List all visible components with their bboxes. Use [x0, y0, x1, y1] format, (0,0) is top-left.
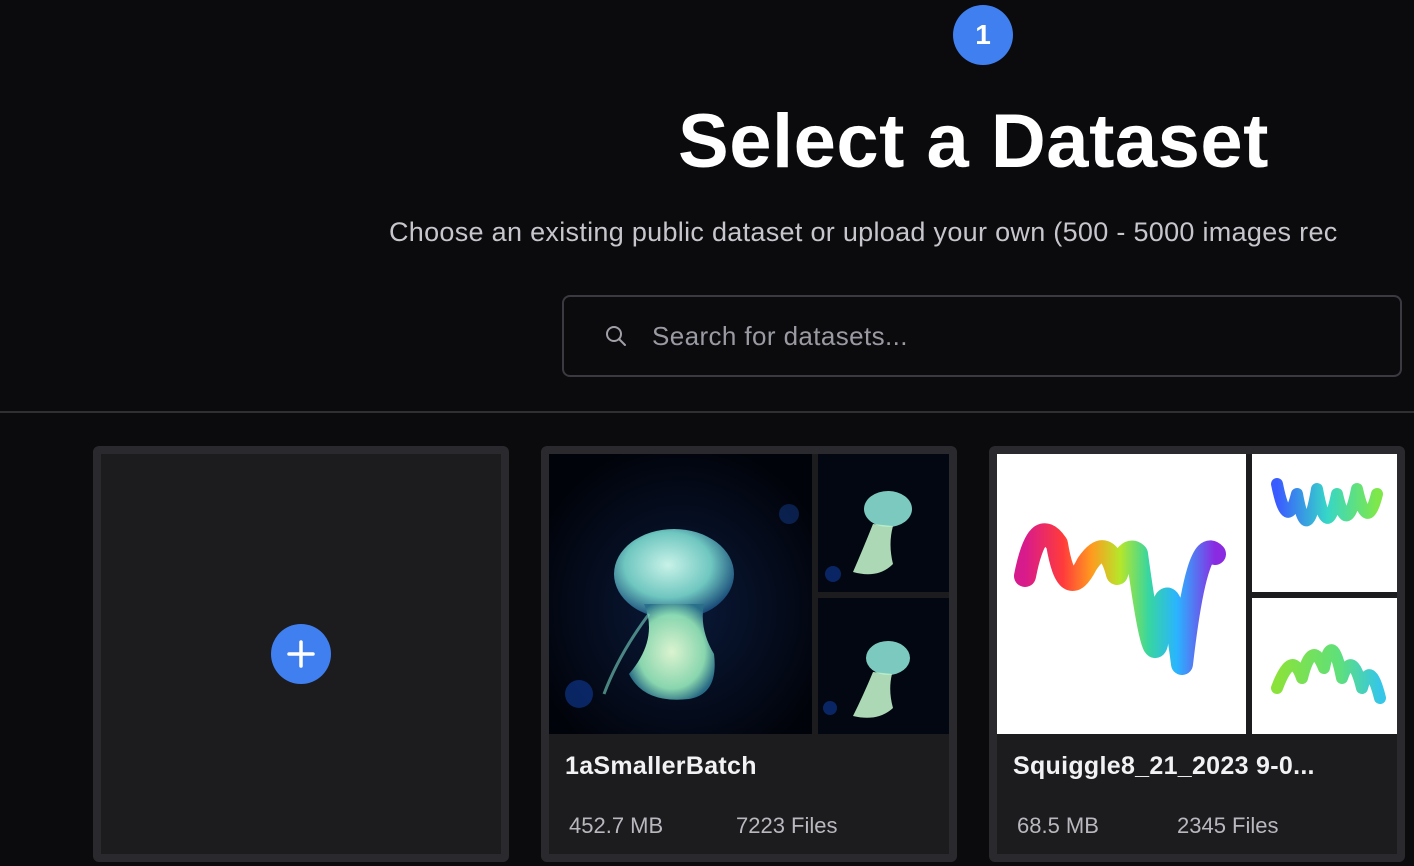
dataset-thumbnail-small [1252, 598, 1397, 734]
dataset-selection-page: 1 Select a Dataset Choose an existing pu… [0, 0, 1414, 866]
dataset-size: 452.7 MB [569, 813, 664, 838]
dataset-card[interactable]: Squiggle8_21_2023 9-0... 68.5 MB 2345 Fi… [989, 446, 1405, 862]
dataset-thumbnail-main [549, 454, 812, 734]
search-input[interactable] [650, 319, 1400, 353]
dataset-name: Squiggle8_21_2023 9-0... [1013, 752, 1315, 780]
section-divider [0, 411, 1414, 413]
search-icon [604, 324, 628, 348]
dataset-card[interactable]: 1aSmallerBatch 452.7 MB 7223 Files [541, 446, 957, 862]
dataset-thumbnail-small [818, 598, 949, 734]
dataset-file-count: 2345 Files [1177, 813, 1279, 838]
dataset-thumbnail-main [997, 454, 1246, 734]
page-subtitle: Choose an existing public dataset or upl… [389, 217, 1338, 247]
search-box[interactable] [562, 295, 1402, 377]
step-number-badge: 1 [953, 5, 1013, 65]
dataset-thumbnails [997, 454, 1397, 734]
dataset-file-count: 7223 Files [736, 813, 838, 838]
dataset-thumbnail-small [1252, 454, 1397, 592]
add-dataset-button[interactable] [271, 624, 331, 684]
dataset-name: 1aSmallerBatch [565, 752, 757, 780]
dataset-thumbnail-small [818, 454, 949, 592]
page-title: Select a Dataset [678, 99, 1269, 184]
dataset-thumbnails [549, 454, 949, 734]
dataset-size: 68.5 MB [1017, 813, 1099, 838]
plus-icon [287, 640, 315, 668]
upload-dataset-card[interactable] [93, 446, 509, 862]
